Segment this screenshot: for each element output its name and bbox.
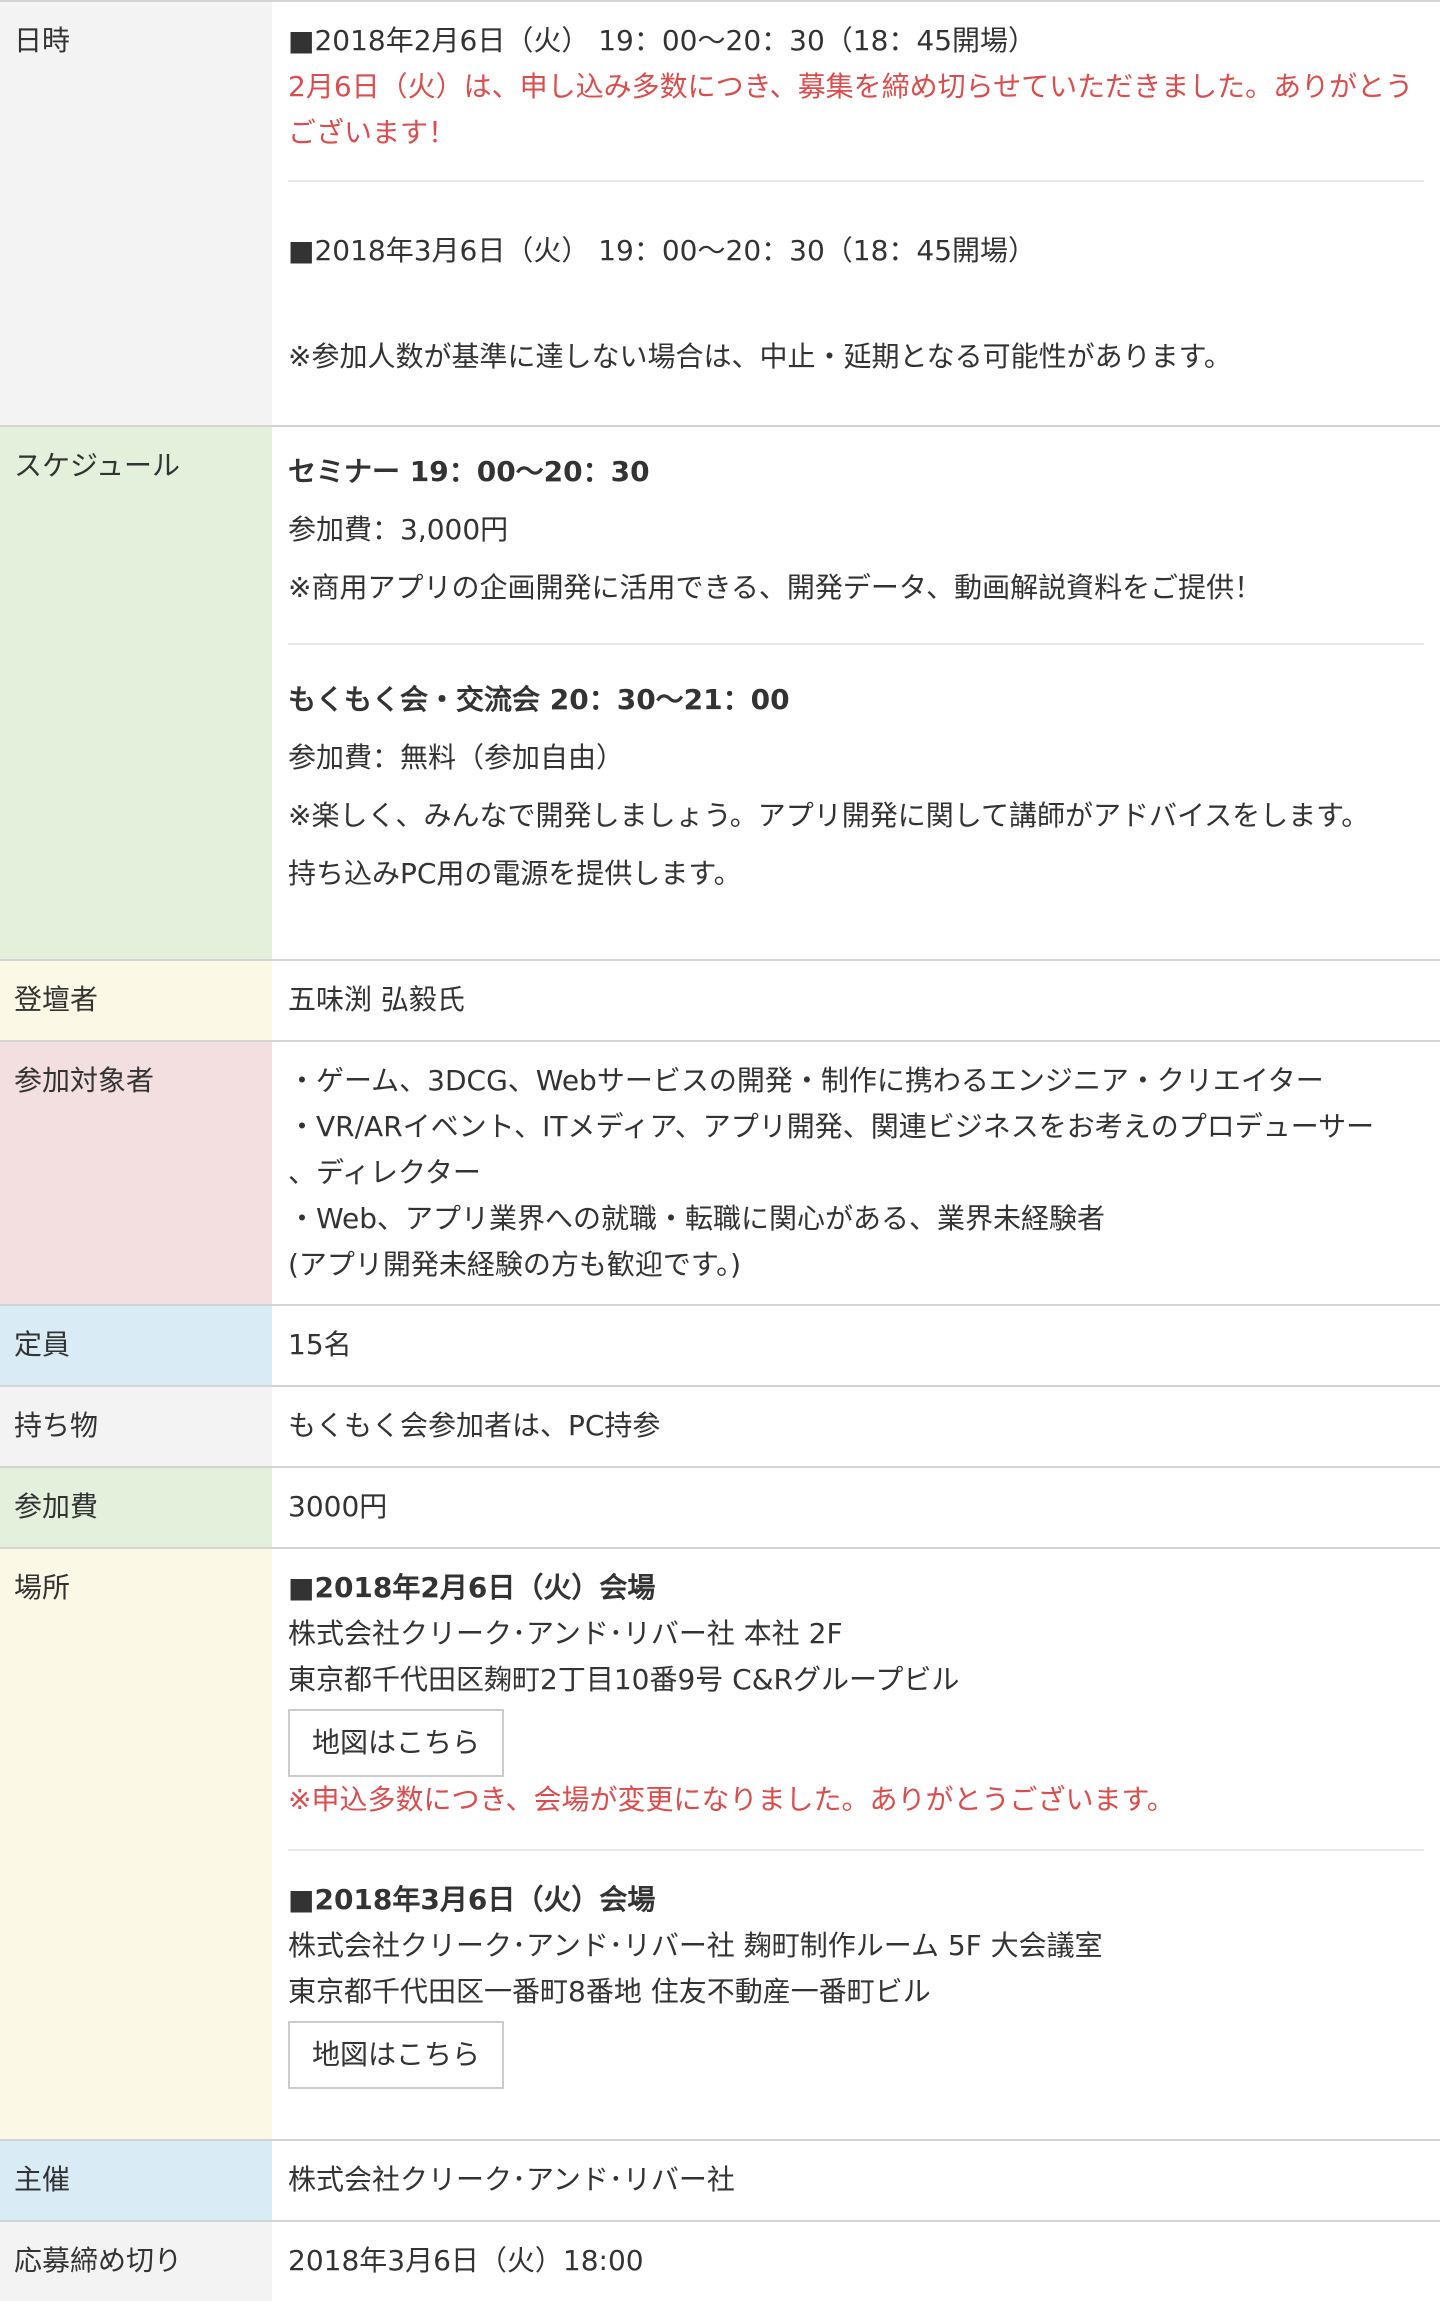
- audience-line-1: ・ゲーム、3DCG、Webサービスの開発・制作に携わるエンジニア・クリエイター: [288, 1064, 1324, 1097]
- row-belongings: 持ち物 もくもく会参加者は、PC持参: [0, 1387, 1440, 1468]
- value-belongings: もくもく会参加者は、PC持参: [272, 1387, 1440, 1466]
- datetime-note: ※参加人数が基準に達しない場合は、中止・延期となる可能性があります。: [288, 340, 1232, 373]
- audience-line-5: (アプリ開発未経験の方も歓迎です。): [288, 1248, 742, 1281]
- event-details-table: 日時 ■2018年2月6日（火） 19：00〜20：30（18：45開場） 2月…: [0, 0, 1440, 2301]
- venue-1-address: 東京都千代田区麹町2丁目10番9号 C&Rグループビル: [288, 1663, 960, 1696]
- row-datetime: 日時 ■2018年2月6日（火） 19：00〜20：30（18：45開場） 2月…: [0, 2, 1440, 427]
- venue-1-notice: ※申込多数につき、会場が変更になりました。ありがとうございます。: [288, 1783, 1175, 1816]
- datetime-line-1: ■2018年2月6日（火） 19：00〜20：30（18：45開場）: [288, 24, 1037, 57]
- label-fee: 参加費: [0, 1468, 272, 1547]
- row-venue: 場所 ■2018年2月6日（火）会場 株式会社クリーク･アンド･リバー社 本社 …: [0, 1549, 1440, 2141]
- mokumoku-note-1: ※楽しく、みんなで開発しましょう。アプリ開発に関して講師がアドバイスをします。: [288, 799, 1370, 832]
- audience-line-2: ・VR/ARイベント、ITメディア、アプリ開発、関連ビジネスをお考えのプロデュー…: [288, 1110, 1375, 1143]
- venue-2-name: 株式会社クリーク･アンド･リバー社 麹町制作ルーム 5F 大会議室: [288, 1929, 1103, 1962]
- row-organizer: 主催 株式会社クリーク･アンド･リバー社: [0, 2141, 1440, 2222]
- mokumoku-note-2: 持ち込みPC用の電源を提供します。: [288, 857, 742, 890]
- venue-2-map-button[interactable]: 地図はこちら: [288, 2021, 505, 2089]
- divider: [288, 1849, 1424, 1851]
- value-datetime: ■2018年2月6日（火） 19：00〜20：30（18：45開場） 2月6日（…: [272, 2, 1440, 425]
- label-audience: 参加対象者: [0, 1042, 272, 1304]
- label-speaker: 登壇者: [0, 961, 272, 1040]
- value-audience: ・ゲーム、3DCG、Webサービスの開発・制作に携わるエンジニア・クリエイター …: [272, 1042, 1440, 1304]
- venue-2-title: ■2018年3月6日（火）会場: [288, 1883, 656, 1916]
- mokumoku-title: もくもく会・交流会 20：30〜21：00: [288, 683, 790, 716]
- row-speaker: 登壇者 五味渕 弘毅氏: [0, 961, 1440, 1042]
- label-belongings: 持ち物: [0, 1387, 272, 1466]
- value-speaker: 五味渕 弘毅氏: [272, 961, 1440, 1040]
- seminar-fee: 参加費：3,000円: [288, 513, 509, 546]
- label-schedule: スケジュール: [0, 427, 272, 959]
- datetime-line-2: ■2018年3月6日（火） 19：00〜20：30（18：45開場）: [288, 234, 1037, 267]
- label-venue: 場所: [0, 1549, 272, 2139]
- datetime-closed-notice: 2月6日（火）は、申し込み多数につき、募集を締め切らせていただきました。ありがと…: [288, 70, 1414, 149]
- divider: [288, 180, 1424, 182]
- venue-1-map-button[interactable]: 地図はこちら: [288, 1709, 505, 1777]
- value-fee: 3000円: [272, 1468, 1440, 1547]
- venue-1-title: ■2018年2月6日（火）会場: [288, 1571, 656, 1604]
- row-audience: 参加対象者 ・ゲーム、3DCG、Webサービスの開発・制作に携わるエンジニア・ク…: [0, 1042, 1440, 1306]
- mokumoku-fee: 参加費：無料（参加自由）: [288, 741, 625, 774]
- seminar-note: ※商用アプリの企画開発に活用できる、開発データ、動画解説資料をご提供！: [288, 571, 1263, 604]
- venue-1-name: 株式会社クリーク･アンド･リバー社 本社 2F: [288, 1617, 843, 1650]
- value-venue: ■2018年2月6日（火）会場 株式会社クリーク･アンド･リバー社 本社 2F …: [272, 1549, 1440, 2139]
- value-capacity: 15名: [272, 1306, 1440, 1385]
- label-organizer: 主催: [0, 2141, 272, 2220]
- audience-line-4: ・Web、アプリ業界への就職・転職に関心がある、業界未経験者: [288, 1202, 1106, 1235]
- label-datetime: 日時: [0, 2, 272, 425]
- row-schedule: スケジュール セミナー 19：00〜20：30 参加費：3,000円 ※商用アプ…: [0, 427, 1440, 961]
- divider: [288, 643, 1424, 645]
- row-deadline: 応募締め切り 2018年3月6日（火）18:00: [0, 2222, 1440, 2301]
- audience-line-3: 、ディレクター: [288, 1156, 481, 1189]
- row-capacity: 定員 15名: [0, 1306, 1440, 1387]
- value-organizer: 株式会社クリーク･アンド･リバー社: [272, 2141, 1440, 2220]
- label-capacity: 定員: [0, 1306, 272, 1385]
- label-deadline: 応募締め切り: [0, 2222, 272, 2301]
- venue-2-address: 東京都千代田区一番町8番地 住友不動産一番町ビル: [288, 1975, 931, 2008]
- seminar-title: セミナー 19：00〜20：30: [288, 455, 650, 488]
- value-deadline: 2018年3月6日（火）18:00: [272, 2222, 1440, 2301]
- row-fee: 参加費 3000円: [0, 1468, 1440, 1549]
- value-schedule: セミナー 19：00〜20：30 参加費：3,000円 ※商用アプリの企画開発に…: [272, 427, 1440, 959]
